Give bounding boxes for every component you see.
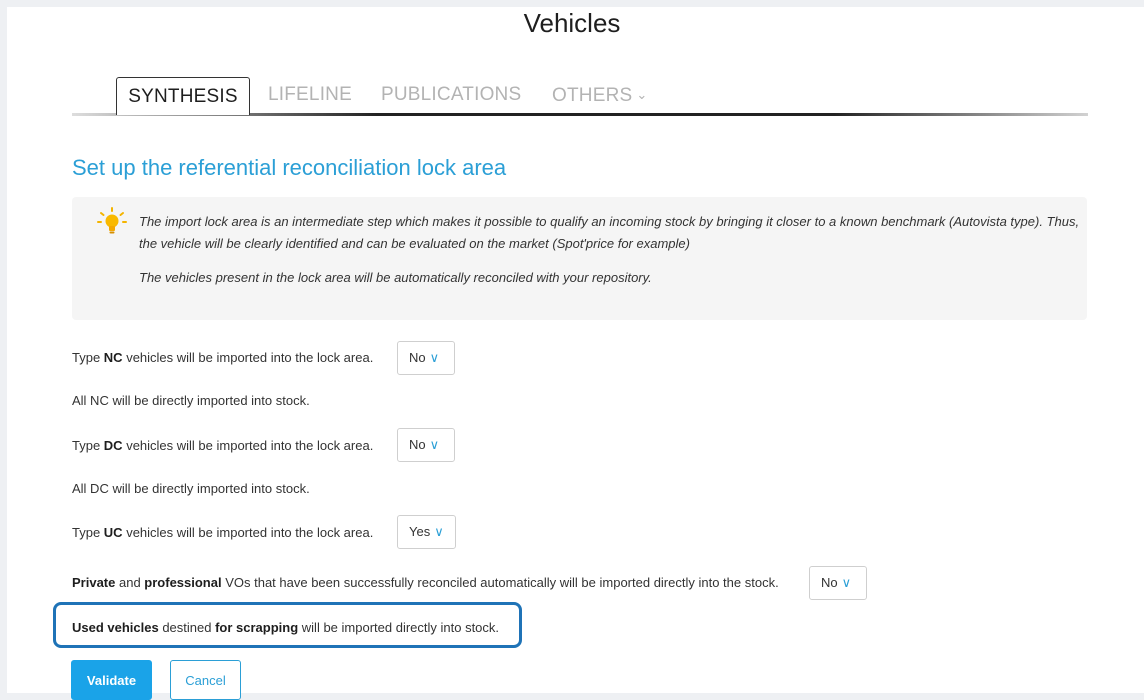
info-text-line3: The vehicles present in the lock area wi…	[139, 270, 652, 285]
uc-setting-label: Type UC vehicles will be imported into t…	[72, 525, 373, 540]
uc-select-value: Yes	[409, 524, 431, 539]
scrap-setting-label: Used vehicles destined for scrapping wil…	[72, 620, 499, 635]
tab-others-label: OTHERS	[552, 85, 633, 106]
vo-setting-label: Private and professional VOs that have b…	[72, 575, 779, 590]
nc-label-pre: Type	[72, 350, 104, 365]
chevron-down-icon: ⌄	[636, 87, 648, 102]
info-box: The import lock area is an intermediate …	[72, 197, 1087, 320]
nc-label-type: NC	[103, 350, 123, 365]
tab-others[interactable]: OTHERS ⌄	[552, 77, 647, 113]
info-text-line2: the vehicle will be clearly identified a…	[139, 236, 690, 251]
dc-note: All DC will be directly imported into st…	[72, 481, 310, 496]
chevron-down-icon: ∨	[429, 350, 440, 365]
dc-select-value: No	[409, 437, 426, 452]
tab-publications[interactable]: PUBLICATIONS	[381, 77, 521, 113]
dc-select[interactable]: No ∨	[397, 428, 455, 462]
dc-label-post: vehicles will be imported into the lock …	[122, 438, 374, 453]
section-heading: Set up the referential reconciliation lo…	[72, 155, 507, 180]
uc-label-pre: Type	[72, 525, 104, 540]
dc-label-type: DC	[103, 438, 123, 453]
lightbulb-icon	[97, 207, 127, 234]
vo-select-value: No	[821, 575, 838, 590]
nc-note: All NC will be directly imported into st…	[72, 393, 310, 408]
nc-label-post: vehicles will be imported into the lock …	[122, 350, 374, 365]
validate-button[interactable]: Validate	[71, 660, 152, 700]
tab-lifeline[interactable]: LIFELINE	[268, 77, 352, 113]
tab-synthesis[interactable]: SYNTHESIS	[116, 77, 250, 115]
vo-select[interactable]: No ∨	[809, 566, 867, 600]
chevron-down-icon: ∨	[434, 524, 444, 539]
vo-label-post: VOs that have been successfully reconcil…	[221, 575, 779, 590]
vo-label-professional: professional	[144, 575, 222, 590]
nc-setting-label: Type NC vehicles will be imported into t…	[72, 350, 373, 365]
vo-label-private: Private	[72, 575, 116, 590]
chevron-down-icon: ∨	[429, 437, 440, 452]
uc-label-type: UC	[103, 525, 123, 540]
chevron-down-icon: ∨	[841, 575, 852, 590]
page-title: Vehicles	[523, 8, 621, 38]
info-text-line1: The import lock area is an intermediate …	[139, 214, 1080, 229]
nc-select-value: No	[409, 350, 426, 365]
nc-select[interactable]: No ∨	[397, 341, 455, 375]
dc-setting-label: Type DC vehicles will be imported into t…	[72, 438, 373, 453]
scrap-label-scrapping: for scrapping	[215, 620, 299, 635]
scrap-label-used: Used vehicles	[72, 620, 159, 635]
cancel-button[interactable]: Cancel	[170, 660, 241, 700]
scrap-label-destined: destined	[158, 620, 216, 635]
uc-label-post: vehicles will be imported into the lock …	[122, 525, 374, 540]
uc-select[interactable]: Yes ∨	[397, 515, 456, 549]
vo-label-and: and	[115, 575, 145, 590]
scrap-label-post: will be imported directly into stock.	[298, 620, 500, 635]
dc-label-pre: Type	[72, 438, 104, 453]
